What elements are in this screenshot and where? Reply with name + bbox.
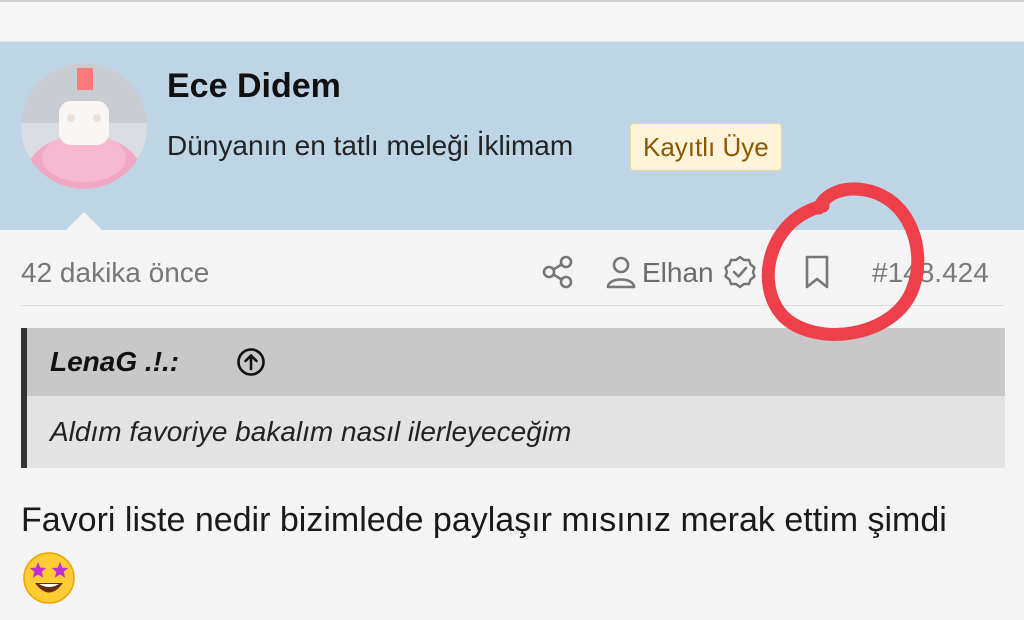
meta-divider: [21, 305, 1004, 306]
quote-author[interactable]: LenaG .!.:: [50, 346, 179, 378]
arrow-up-circle-icon[interactable]: [236, 347, 266, 377]
user-icon: [606, 256, 636, 289]
quote-block: LenaG .!.: Aldım favoriye bakalım nasıl …: [21, 328, 1005, 468]
bookmark-icon[interactable]: [803, 254, 831, 290]
user-title: Dünyanın en tatlı meleği İklimam: [167, 130, 574, 161]
quote-text: Aldım favoriye bakalım nasıl ilerleyeceğ…: [50, 416, 572, 447]
author-name[interactable]: Elhan: [642, 257, 714, 289]
share-icon[interactable]: [541, 255, 575, 289]
quote-header: LenaG .!.:: [27, 328, 1005, 396]
avatar[interactable]: [21, 63, 147, 189]
post-meta-bar: 42 dakika önce Elhan #148.424: [0, 240, 1024, 306]
role-badge: Kayıtlı Üye: [630, 123, 782, 171]
top-bar: [0, 0, 1024, 42]
message-body: Favori liste nedir bizimlede paylaşır mı…: [21, 492, 1011, 606]
message-text: Favori liste nedir bizimlede paylaşır mı…: [21, 501, 947, 539]
user-name[interactable]: Ece Didem: [167, 67, 341, 106]
post-number[interactable]: #148.424: [872, 257, 989, 289]
verified-icon: [724, 255, 756, 289]
star-struck-emoji-icon: [23, 552, 75, 604]
post-time[interactable]: 42 dakika önce: [21, 257, 209, 289]
header-pointer: [66, 212, 102, 230]
